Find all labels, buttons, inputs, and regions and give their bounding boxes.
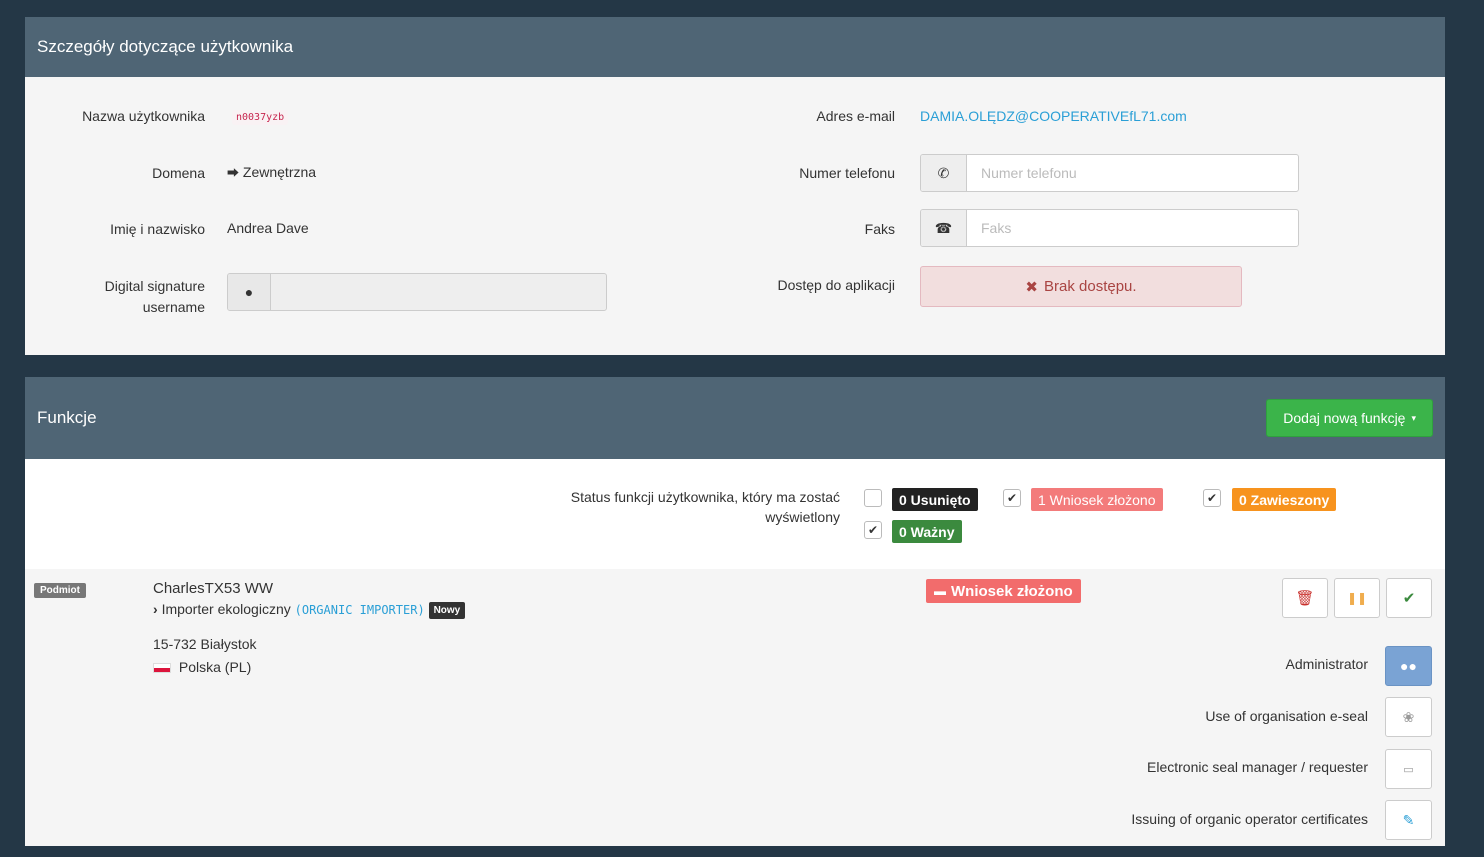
certificate-icon: ❀	[1402, 708, 1415, 725]
functions-title: Funkcje	[37, 408, 97, 427]
user-details-panel: Szczegóły dotyczące użytkownika Nazwa uż…	[25, 17, 1445, 355]
poland-flag-icon	[153, 663, 171, 674]
no-access-text: Brak dostępu.	[1044, 278, 1137, 295]
id-card-icon: ▭	[1403, 763, 1414, 776]
pencil-icon: ✎	[1402, 811, 1415, 828]
digsig-input	[271, 274, 606, 310]
role-label-certificates: Issuing of organic operator certificates	[1131, 811, 1368, 827]
entity-role-code: (ORGANIC IMPORTER)	[294, 603, 425, 617]
phone-label: Numer telefonu	[799, 165, 895, 181]
fullname-value: Andrea Dave	[227, 220, 309, 236]
username-label: Nazwa użytkownika	[82, 108, 205, 124]
fax-icon: ☎	[921, 210, 967, 246]
delete-button[interactable]: 🗑	[1282, 578, 1328, 618]
no-access-alert: ✖ Brak dostępu.	[920, 266, 1242, 307]
username-value: n0037yzb	[232, 110, 289, 125]
user-details-header: Szczegóły dotyczące użytkownika	[25, 17, 1445, 77]
entity-type-tag: Podmiot	[34, 583, 86, 598]
digsig-label-line1: Digital signature	[104, 278, 205, 294]
dot-icon: ●	[228, 274, 271, 310]
comment-icon: ▬	[934, 584, 946, 598]
status-suspended-badge: 0 Zawieszony	[1232, 488, 1337, 511]
trash-icon: 🗑	[1295, 590, 1315, 607]
check-icon: ✔	[1402, 590, 1416, 607]
fax-input-group: ☎	[920, 209, 1299, 247]
functions-panel: Funkcje Dodaj nową funkcję ▾ Status funk…	[25, 377, 1445, 846]
role-toggle-seal-manager[interactable]: ▭	[1385, 749, 1432, 789]
fax-input[interactable]	[967, 210, 1298, 246]
status-suspended-checkbox[interactable]: ✔	[1203, 489, 1221, 507]
domain-value-container: ⮕ Zewnętrzna	[227, 164, 316, 181]
fullname-label: Imię i nazwisko	[110, 221, 205, 237]
fax-label: Faks	[864, 221, 895, 237]
approve-button[interactable]: ✔	[1386, 578, 1432, 618]
access-label: Dostęp do aplikacji	[777, 277, 895, 293]
phone-input[interactable]	[967, 155, 1298, 191]
domain-value: Zewnętrzna	[242, 164, 317, 180]
pause-icon: ❚❚	[1346, 591, 1368, 605]
add-function-button[interactable]: Dodaj nową funkcję ▾	[1266, 399, 1433, 437]
role-toggle-eseal[interactable]: ❀	[1385, 697, 1432, 737]
new-badge: Nowy	[428, 601, 466, 619]
entity-address: 15-732 Białystok	[153, 636, 257, 652]
email-label: Adres e-mail	[816, 108, 895, 124]
digsig-label: Digital signature username	[45, 276, 205, 318]
role-toggle-administrator[interactable]: ●●	[1385, 646, 1432, 686]
entity-country: Polska (PL)	[178, 659, 252, 675]
status-valid-badge: 0 Ważny	[892, 520, 962, 543]
status-submitted-badge: 1 Wniosek złożono	[1031, 488, 1163, 511]
application-status-text: Wniosek złożono	[951, 582, 1073, 600]
sign-in-icon: ⮕	[227, 166, 240, 180]
entity-row: Podmiot CharlesTX53 WW › Importer ekolog…	[25, 569, 1445, 846]
entity-name[interactable]: CharlesTX53 WW	[153, 580, 273, 597]
role-label-seal-manager: Electronic seal manager / requester	[1147, 759, 1368, 775]
status-valid-checkbox[interactable]: ✔	[864, 521, 882, 539]
status-deleted-badge: 0 Usunięto	[892, 488, 978, 511]
role-label-eseal: Use of organisation e-seal	[1205, 708, 1368, 724]
digsig-label-line2: username	[142, 299, 205, 315]
suspend-button[interactable]: ❚❚	[1334, 578, 1380, 618]
entity-role-name: Importer ekologiczny	[161, 601, 291, 617]
status-filter-label: Status funkcji użytkownika, który ma zos…	[570, 489, 840, 525]
chevron-right-icon: ›	[153, 601, 158, 617]
application-status-badge: ▬ Wniosek złożono	[926, 579, 1081, 603]
times-icon: ✖	[1025, 278, 1038, 296]
domain-label: Domena	[152, 165, 205, 181]
users-icon: ●●	[1400, 658, 1417, 674]
entity-role-line: › Importer ekologiczny (ORGANIC IMPORTER…	[153, 601, 466, 619]
email-link[interactable]: DAMIA.OLĘDZ@COOPERATIVEfL71.com	[920, 108, 1187, 124]
status-submitted-checkbox[interactable]: ✔	[1003, 489, 1021, 507]
functions-header: Funkcje Dodaj nową funkcję ▾	[25, 377, 1445, 459]
caret-down-icon: ▾	[1411, 412, 1416, 423]
entity-country-line: Polska (PL)	[153, 659, 251, 675]
phone-icon: ✆	[921, 155, 967, 191]
add-function-label: Dodaj nową funkcję	[1283, 410, 1406, 426]
phone-input-group: ✆	[920, 154, 1299, 192]
role-toggle-certificates[interactable]: ✎	[1385, 800, 1432, 840]
status-deleted-checkbox[interactable]	[864, 489, 882, 507]
digsig-input-group: ●	[227, 273, 607, 311]
role-label-administrator: Administrator	[1285, 656, 1368, 672]
status-filter-row: Status funkcji użytkownika, który ma zos…	[25, 459, 1445, 569]
panel-title: Szczegóły dotyczące użytkownika	[37, 37, 294, 56]
